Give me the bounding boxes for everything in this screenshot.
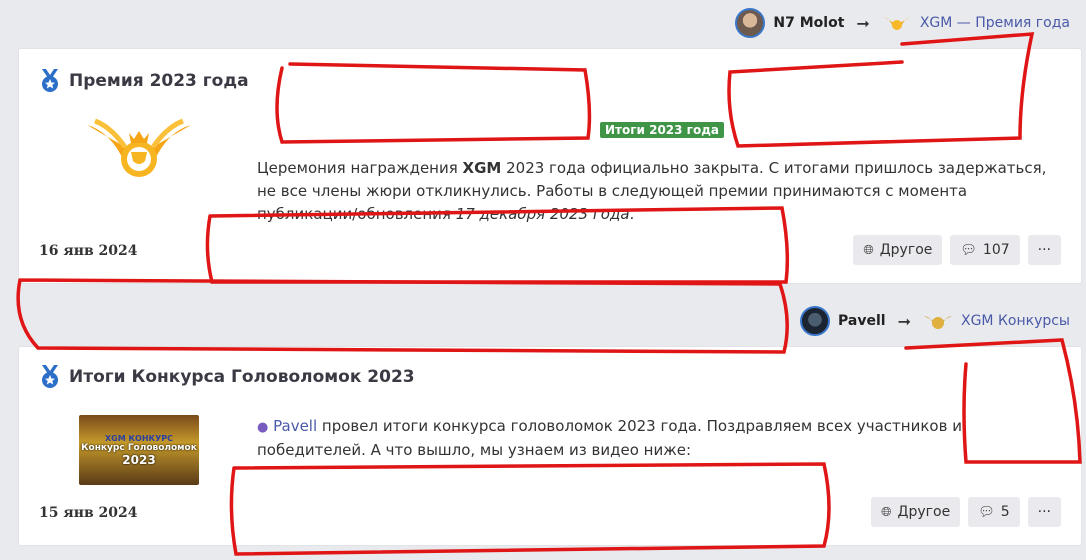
contest-thumbnail[interactable]: XGM КОНКУРС Конкурс Головоломок 2023 <box>79 415 199 485</box>
author-name[interactable]: Pavell <box>838 313 886 329</box>
globe-icon: 🌐︎ <box>863 242 874 258</box>
author-avatar[interactable] <box>735 8 766 38</box>
scribble-stroke <box>16 278 789 354</box>
thumb-line: 2023 <box>122 452 156 467</box>
post-date: 15 янв 2024 <box>39 505 138 521</box>
more-icon: ··· <box>1037 504 1051 520</box>
more-button[interactable]: ··· <box>1027 235 1061 265</box>
wings-trophy-icon[interactable] <box>79 117 199 187</box>
group-link[interactable]: XGM Конкурсы <box>961 313 1070 329</box>
wings-coin-icon <box>923 316 952 329</box>
text-bold: XGM <box>462 159 502 177</box>
comments-button[interactable]: 💬︎ 107 <box>950 235 1020 265</box>
post-actions: 🌐︎ Другое 💬︎ 107 ··· <box>853 235 1061 265</box>
comments-count: 5 <box>1000 504 1010 520</box>
text-part: провел итоги конкурса головоломок 2023 г… <box>257 417 962 459</box>
category-label: Другое <box>879 242 933 258</box>
user-icon: ● <box>257 420 269 435</box>
user-link[interactable]: Pavell <box>273 417 317 435</box>
wings-trophy-icon <box>883 17 910 30</box>
medal-icon <box>42 365 58 388</box>
text-part: . <box>629 205 635 223</box>
post-card: Премия 2023 года Итоги 2023 года Церемон… <box>18 48 1082 284</box>
category-label: Другое <box>897 504 951 520</box>
category-button[interactable]: 🌐︎ Другое <box>871 497 961 527</box>
post-title[interactable]: Премия 2023 года <box>39 69 249 93</box>
thumb-line: XGM КОНКУРС <box>105 433 173 443</box>
comments-button[interactable]: 💬︎ 5 <box>968 497 1020 527</box>
medal-icon <box>42 69 58 92</box>
post-text: ● Pavell провел итоги конкурса головолом… <box>257 415 977 462</box>
post-1-author-line: N7 Molot ➞ XGM — Премия года <box>735 8 1070 38</box>
post-date: 16 янв 2024 <box>39 243 138 259</box>
comment-icon: 💬︎ <box>960 242 977 258</box>
arrow-right-icon: ➞ <box>897 311 911 331</box>
text-part: Церемония награждения <box>257 159 463 177</box>
post-card: Итоги Конкурса Головоломок 2023 XGM КОНК… <box>18 346 1082 546</box>
text-italic: 17 декабря 2023 года <box>455 205 630 223</box>
group-link[interactable]: XGM — Премия года <box>920 15 1070 31</box>
category-button[interactable]: 🌐︎ Другое <box>853 235 943 265</box>
tag-badge[interactable]: Итоги 2023 года <box>600 122 724 138</box>
thumb-line: Конкурс Головоломок <box>81 442 197 453</box>
post-title-text[interactable]: Премия 2023 года <box>69 71 249 91</box>
comments-count: 107 <box>982 242 1010 258</box>
post-actions: 🌐︎ Другое 💬︎ 5 ··· <box>871 497 1061 527</box>
globe-icon: 🌐︎ <box>881 504 892 520</box>
post-title-text[interactable]: Итоги Конкурса Головоломок 2023 <box>69 367 415 387</box>
author-avatar[interactable] <box>800 306 831 336</box>
comment-icon: 💬︎ <box>978 504 995 520</box>
post-2-author-line: Pavell ➞ XGM Конкурсы <box>800 306 1070 336</box>
author-name[interactable]: N7 Molot <box>773 15 844 31</box>
more-icon: ··· <box>1037 242 1051 258</box>
more-button[interactable]: ··· <box>1027 497 1061 527</box>
post-text: Церемония награждения XGM 2023 года офиц… <box>257 157 1057 226</box>
post-title[interactable]: Итоги Конкурса Головоломок 2023 <box>39 365 415 389</box>
arrow-right-icon: ➞ <box>856 13 870 33</box>
